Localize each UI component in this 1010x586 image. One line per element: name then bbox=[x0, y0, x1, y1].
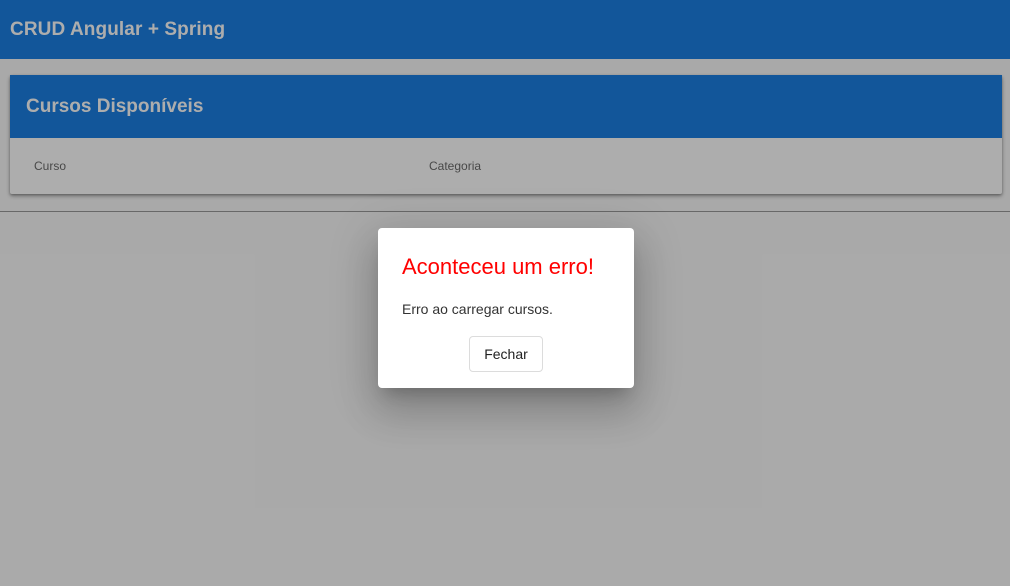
dialog-actions: Fechar bbox=[378, 336, 634, 372]
error-dialog: Aconteceu um erro! Erro ao carregar curs… bbox=[378, 228, 634, 388]
dialog-message: Erro ao carregar cursos. bbox=[402, 301, 553, 317]
close-button[interactable]: Fechar bbox=[469, 336, 543, 372]
dialog-title: Aconteceu um erro! bbox=[402, 254, 594, 279]
